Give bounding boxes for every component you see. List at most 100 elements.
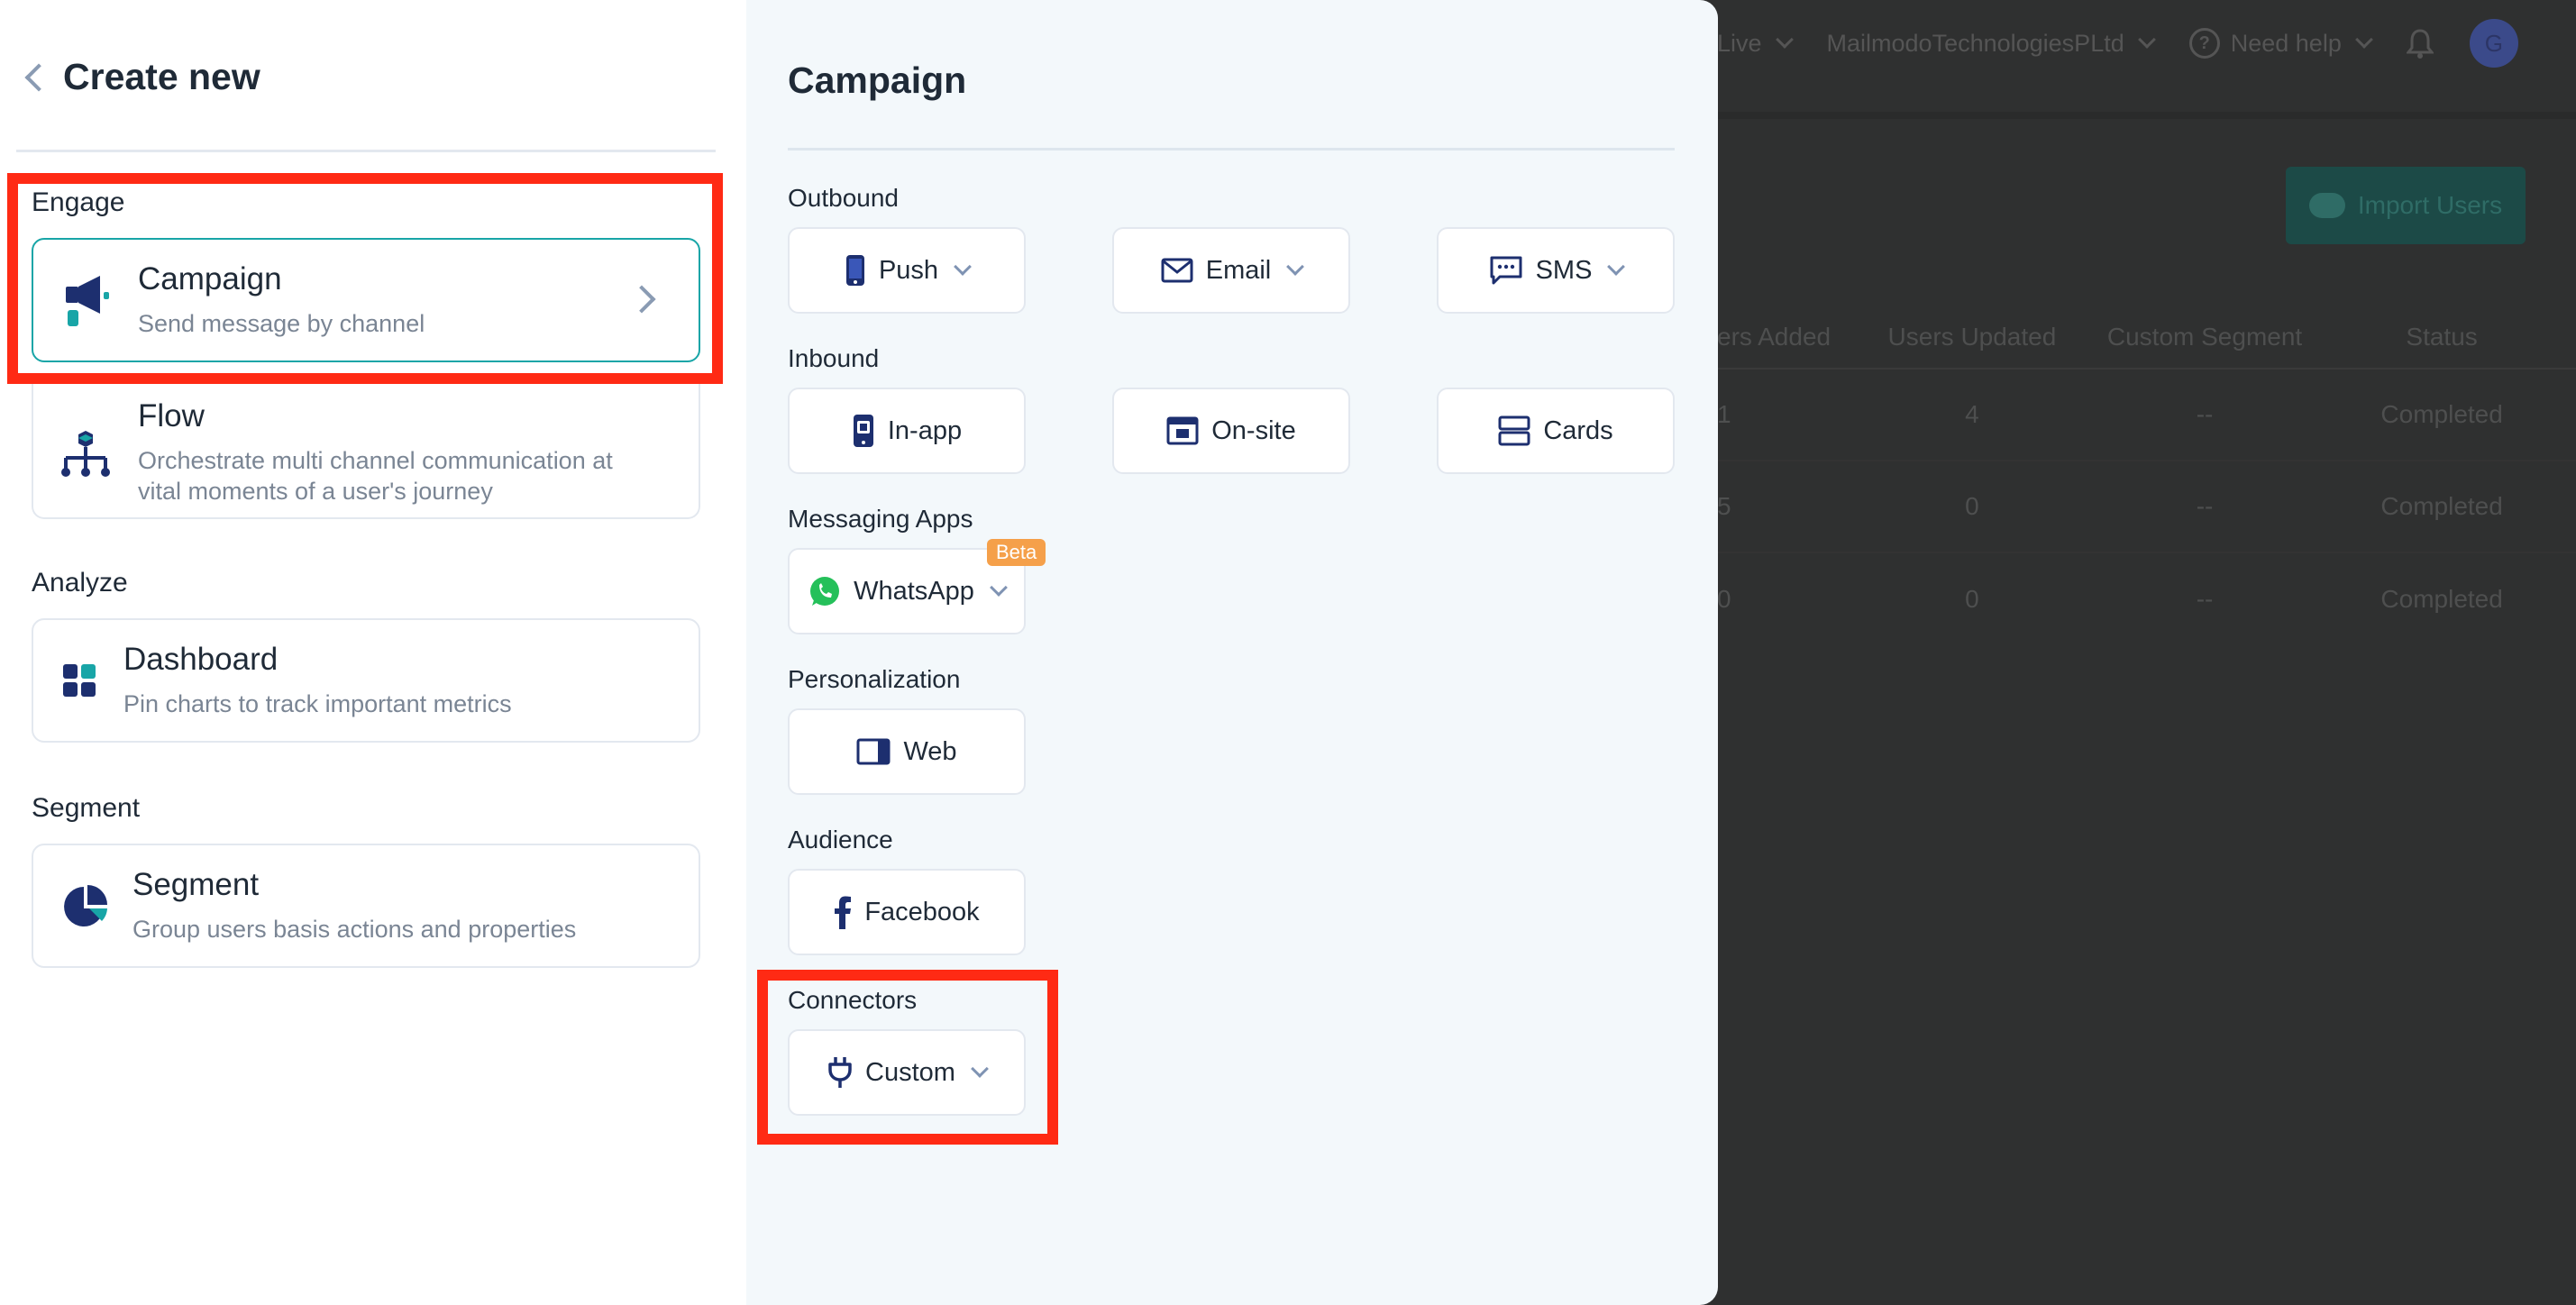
help-label: Need help: [2230, 29, 2342, 57]
button-label: Facebook: [864, 897, 980, 926]
table-cell: Completed: [2380, 492, 2503, 520]
table-cell: 5: [1717, 492, 1731, 520]
divider: [16, 150, 716, 152]
table-header-cell: ers Added: [1717, 323, 1832, 351]
push-button[interactable]: Push: [788, 227, 1026, 314]
card-description: Group users basis actions and properties: [132, 916, 577, 943]
flow-card[interactable]: Flow Orchestrate multi channel communica…: [32, 379, 700, 519]
campaign-channels-panel: Campaign Outbound Push Email SMS Inbound…: [746, 0, 1718, 1305]
cloud-upload-icon: [2308, 193, 2345, 218]
table-cell: 1: [1717, 400, 1731, 428]
divider: [788, 148, 1675, 151]
button-label: Push: [878, 255, 939, 285]
stacked-cards-icon: [1498, 415, 1530, 446]
chevron-down-icon: [1775, 31, 1794, 49]
chat-bubble-icon: [1490, 256, 1522, 285]
table-cell: 0: [1717, 585, 1731, 613]
card-title: Segment: [132, 867, 260, 902]
table-row: 0 0 -- Completed: [1717, 553, 2576, 645]
card-title: Dashboard: [123, 642, 279, 677]
background-divider: [1717, 112, 2576, 119]
panel-title: Create new: [63, 56, 260, 97]
chevron-down-icon: [2354, 31, 2373, 49]
web-button[interactable]: Web: [788, 708, 1026, 795]
env-label: Live: [1717, 29, 1762, 57]
table-header-cell: Users Updated: [1887, 323, 2057, 351]
dashboard-grid-icon: [63, 664, 96, 697]
button-label: Web: [903, 736, 957, 766]
notifications: [2406, 28, 2434, 59]
table-cell: 0: [1965, 585, 1979, 613]
table-cell: --: [2196, 400, 2214, 428]
help-icon: ?: [2188, 28, 2220, 59]
email-button[interactable]: Email: [1112, 227, 1350, 314]
section-label-analyze: Analyze: [32, 568, 128, 598]
import-users-button: Import Users: [2286, 167, 2526, 244]
whatsapp-icon: [810, 577, 840, 606]
table-cell: Completed: [2380, 585, 2503, 613]
help-menu: ? Need help: [2188, 28, 2373, 59]
sms-button[interactable]: SMS: [1437, 227, 1675, 314]
panel-title: Campaign: [788, 59, 967, 101]
group-label-messaging: Messaging Apps: [788, 505, 973, 533]
facebook-icon: [835, 896, 852, 929]
chevron-down-icon: [1607, 258, 1626, 276]
table-row: 1 4 -- Completed: [1717, 370, 2576, 461]
segment-card[interactable]: Segment Group users basis actions and pr…: [32, 844, 700, 968]
bell-icon: [2406, 29, 2434, 59]
env-selector: Live: [1717, 29, 1794, 58]
button-label: On-site: [1211, 415, 1296, 445]
table-header: ers Added Users Updated Custom Segment S…: [1717, 306, 2576, 370]
chevron-down-icon: [989, 579, 1008, 597]
create-new-panel: Create new Engage Campaign Send message …: [0, 0, 746, 1305]
button-label: SMS: [1535, 255, 1593, 285]
chevron-down-icon: [2137, 31, 2156, 49]
table-cell: --: [2196, 585, 2214, 613]
background-table: ers Added Users Updated Custom Segment S…: [1717, 306, 2576, 645]
flow-hierarchy-icon: [61, 431, 110, 477]
web-layout-icon: [856, 738, 891, 765]
facebook-button[interactable]: Facebook: [788, 869, 1026, 955]
table-cell: Completed: [2380, 400, 2503, 428]
chevron-left-icon: [24, 62, 53, 92]
card-description: Pin charts to track important metrics: [123, 690, 512, 717]
onsite-button[interactable]: On-site: [1112, 388, 1350, 474]
table-cell: --: [2196, 492, 2214, 520]
back-button[interactable]: Create new: [20, 56, 260, 98]
table-row: 5 0 -- Completed: [1717, 461, 2576, 553]
pie-segment-icon: [64, 885, 107, 926]
group-label-audience: Audience: [788, 826, 893, 853]
table-cell: 4: [1965, 400, 1979, 428]
card-description-line: Orchestrate multi channel communication …: [138, 447, 613, 474]
group-label-inbound: Inbound: [788, 344, 880, 372]
chevron-down-icon: [1286, 258, 1305, 276]
browser-window-icon: [1166, 416, 1199, 445]
group-label-personalization: Personalization: [788, 665, 961, 693]
card-description: Orchestrate multi channel communication …: [138, 445, 613, 506]
button-label: Email: [1205, 255, 1272, 285]
dashboard-card[interactable]: Dashboard Pin charts to track important …: [32, 618, 700, 743]
avatar: G: [2469, 19, 2518, 68]
group-label-outbound: Outbound: [788, 184, 899, 212]
envelope-icon: [1161, 258, 1193, 283]
beta-badge: Beta: [987, 539, 1046, 566]
card-title: Flow: [138, 398, 205, 433]
table-header-cell: Status: [2406, 323, 2478, 351]
background-topbar: Live MailmodoTechnologiesPLtd ? Need hel…: [1717, 0, 2576, 87]
chevron-down-icon: [954, 258, 972, 276]
highlight-box-campaign: [7, 173, 723, 384]
org-selector: MailmodoTechnologiesPLtd: [1826, 29, 2156, 58]
table-cell: 0: [1965, 492, 1979, 520]
table-header-cell: Custom Segment: [2106, 323, 2303, 351]
button-label: In-app: [887, 415, 963, 445]
org-label: MailmodoTechnologiesPLtd: [1826, 29, 2124, 57]
import-users-label: Import Users: [2357, 191, 2503, 219]
button-label: Cards: [1543, 415, 1613, 445]
cards-button[interactable]: Cards: [1437, 388, 1675, 474]
inapp-button[interactable]: In-app: [788, 388, 1026, 474]
section-label-segment: Segment: [32, 793, 141, 823]
card-description-line: vital moments of a user's journey: [138, 478, 493, 505]
mobile-screen-icon: [853, 415, 873, 447]
highlight-box-connectors: [757, 970, 1058, 1145]
mobile-phone-icon: [845, 255, 864, 286]
